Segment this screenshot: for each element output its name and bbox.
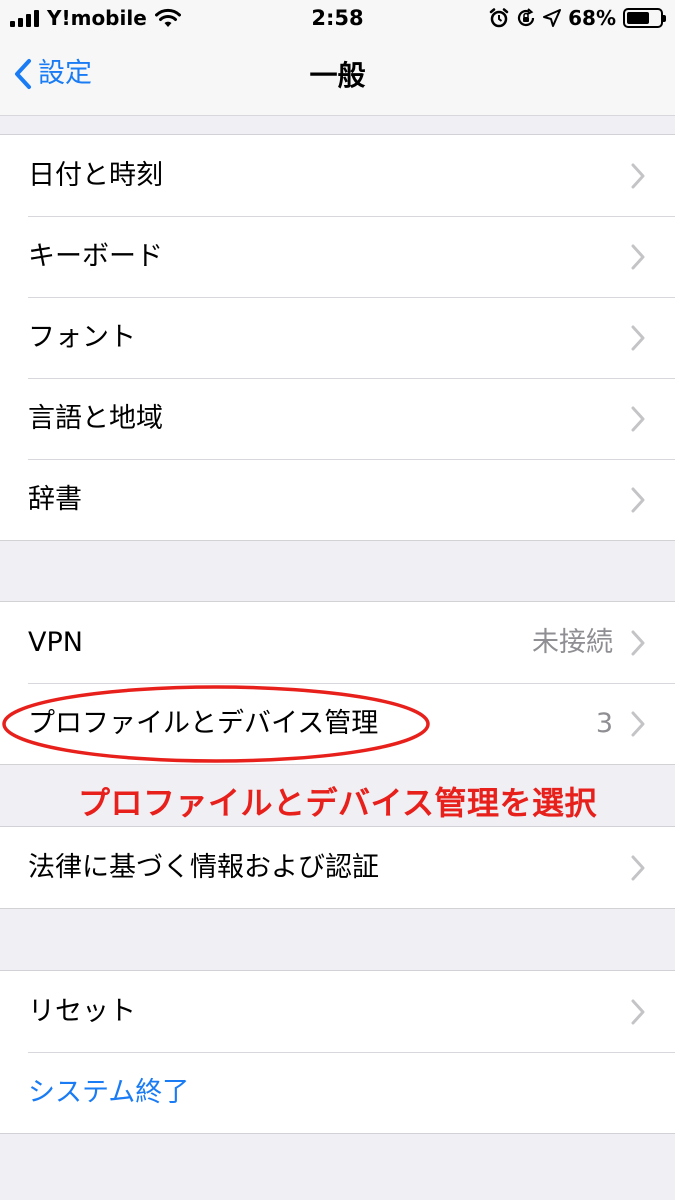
row-label: キーボード bbox=[28, 241, 163, 272]
row-profiles-device-management[interactable]: プロファイルとデバイス管理 3 bbox=[0, 683, 675, 764]
chevron-right-icon bbox=[631, 999, 645, 1025]
row-label: リセット bbox=[28, 996, 136, 1027]
row-language-region[interactable]: 言語と地域 bbox=[0, 378, 675, 459]
chevron-right-icon bbox=[631, 406, 645, 432]
status-right: 68% bbox=[489, 6, 666, 30]
battery-icon bbox=[623, 8, 666, 28]
row-value: 3 bbox=[595, 708, 613, 739]
navigation-bar: 設定 一般 bbox=[0, 38, 675, 116]
row-fonts[interactable]: フォント bbox=[0, 297, 675, 378]
location-arrow-icon bbox=[543, 9, 562, 27]
alarm-icon bbox=[489, 8, 509, 28]
row-value: 未接続 bbox=[532, 627, 613, 658]
row-label: 辞書 bbox=[28, 484, 82, 515]
chevron-right-icon bbox=[631, 487, 645, 513]
rotation-lock-icon bbox=[518, 8, 535, 27]
settings-group-legal: 法律に基づく情報および認証 bbox=[0, 826, 675, 909]
row-label: 言語と地域 bbox=[28, 403, 163, 434]
status-bar: Y!mobile 2:58 68% bbox=[0, 0, 675, 38]
settings-group-general: 日付と時刻 キーボード フォント 言語と地域 辞書 bbox=[0, 134, 675, 541]
row-shut-down[interactable]: システム終了 bbox=[0, 1052, 675, 1133]
row-keyboard[interactable]: キーボード bbox=[0, 216, 675, 297]
row-label: 日付と時刻 bbox=[28, 160, 163, 191]
shut-down-link: システム終了 bbox=[28, 1077, 190, 1108]
row-legal-regulatory[interactable]: 法律に基づく情報および認証 bbox=[0, 827, 675, 908]
row-vpn[interactable]: VPN 未接続 bbox=[0, 602, 675, 683]
chevron-right-icon bbox=[631, 244, 645, 270]
row-label: 法律に基づく情報および認証 bbox=[28, 852, 379, 883]
row-dictionary[interactable]: 辞書 bbox=[0, 459, 675, 540]
chevron-right-icon bbox=[631, 630, 645, 656]
chevron-right-icon bbox=[631, 711, 645, 737]
chevron-right-icon bbox=[631, 163, 645, 189]
row-label: プロファイルとデバイス管理 bbox=[28, 708, 379, 739]
row-date-time[interactable]: 日付と時刻 bbox=[0, 135, 675, 216]
row-label: VPN bbox=[28, 627, 83, 658]
page-title: 一般 bbox=[309, 59, 366, 92]
row-reset[interactable]: リセット bbox=[0, 971, 675, 1052]
battery-percent: 68% bbox=[568, 6, 616, 30]
chevron-right-icon bbox=[631, 855, 645, 881]
row-label: フォント bbox=[28, 322, 136, 353]
chevron-right-icon bbox=[631, 325, 645, 351]
settings-group-reset: リセット システム終了 bbox=[0, 970, 675, 1134]
settings-group-vpn-profiles: VPN 未接続 プロファイルとデバイス管理 3 bbox=[0, 601, 675, 765]
annotation-instruction: プロファイルとデバイス管理を選択 bbox=[77, 784, 598, 822]
